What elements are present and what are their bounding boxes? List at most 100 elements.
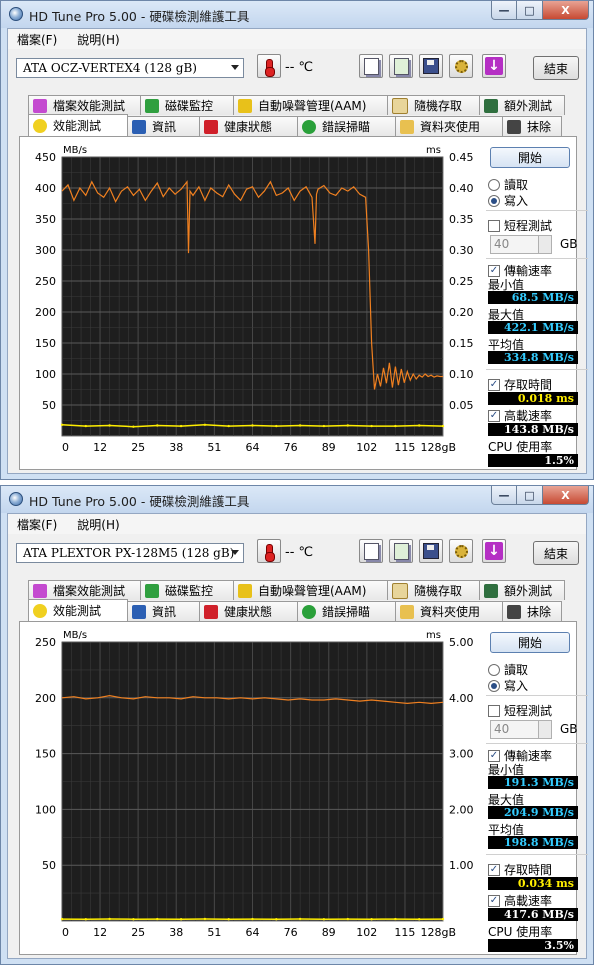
tab-random-access[interactable]: 隨機存取 xyxy=(387,95,480,115)
short-test-size-input[interactable]: 40 xyxy=(490,720,552,739)
tab-erase[interactable]: 抹除 xyxy=(502,116,562,136)
minimize-button[interactable]: — xyxy=(491,1,517,20)
tab-folder-usage[interactable]: 資料夾使用 xyxy=(395,601,503,621)
start-button[interactable]: 開始 xyxy=(490,632,570,653)
temperature-button[interactable] xyxy=(257,539,281,563)
access-time-point xyxy=(418,918,421,921)
short-test-checkbox[interactable]: 短程測試 xyxy=(488,217,552,234)
start-button[interactable]: 開始 xyxy=(490,147,570,168)
tab-aam[interactable]: 自動噪聲管理(AAM) xyxy=(233,95,388,115)
x-tick-label: 38 xyxy=(169,441,183,454)
tab-benchmark[interactable]: 效能測試 xyxy=(28,114,128,136)
y-tick-label: 150 xyxy=(35,748,56,761)
tab-extra-tests[interactable]: 額外測試 xyxy=(479,95,565,115)
tab-label: 錯誤掃瞄 xyxy=(322,605,371,619)
access-time-point xyxy=(132,425,135,428)
toolbar: ATA PLEXTOR PX-128M5 (128 gB) -- ℃ ↓ 結束 xyxy=(8,536,586,572)
x-tick-label: 115 xyxy=(394,441,415,454)
save-button[interactable] xyxy=(419,54,443,78)
options-button[interactable] xyxy=(449,539,473,563)
copy-image-button[interactable] xyxy=(389,539,413,563)
exit-button[interactable]: 結束 xyxy=(533,541,579,565)
drive-select[interactable]: ATA OCZ-VERTEX4 (128 gB) xyxy=(16,58,244,78)
tab-benchmark[interactable]: 效能測試 xyxy=(28,599,128,621)
tab-disk-monitor[interactable]: 磁碟監控 xyxy=(140,95,234,115)
tab-aam[interactable]: 自動噪聲管理(AAM) xyxy=(233,580,388,600)
tab-health[interactable]: 健康狀態 xyxy=(199,601,298,621)
minimize-button[interactable]: — xyxy=(491,486,517,505)
copy-image-button[interactable] xyxy=(389,54,413,78)
access-time-checkbox[interactable]: ✓ 存取時間 xyxy=(488,376,552,393)
tab-info[interactable]: 資訊 xyxy=(127,601,200,621)
close-button[interactable]: X xyxy=(543,486,589,505)
x-tick-label: 89 xyxy=(322,441,336,454)
tab-disk-monitor[interactable]: 磁碟監控 xyxy=(140,580,234,600)
download-button[interactable]: ↓ xyxy=(482,539,506,563)
x-tick-label: 0 xyxy=(62,441,69,454)
tab-label: 磁碟監控 xyxy=(165,584,214,598)
copy-text-button[interactable] xyxy=(359,539,383,563)
drive-select[interactable]: ATA PLEXTOR PX-128M5 (128 gB) xyxy=(16,543,244,563)
y2-unit-label: ms xyxy=(426,630,441,641)
access-time-point xyxy=(227,918,230,921)
short-test-size-input[interactable]: 40 xyxy=(490,235,552,254)
random-access-icon xyxy=(392,97,408,114)
menu-file[interactable]: 檔案(F) xyxy=(17,516,57,533)
divider xyxy=(486,695,588,696)
tab-random-access[interactable]: 隨機存取 xyxy=(387,580,480,600)
write-label: 寫入 xyxy=(504,194,529,208)
gear-icon xyxy=(454,544,468,558)
tab-error-scan[interactable]: 錯誤掃瞄 xyxy=(297,116,396,136)
tab-info[interactable]: 資訊 xyxy=(127,116,200,136)
lightbulb-icon xyxy=(33,118,47,133)
divider xyxy=(486,743,588,744)
menu-bar: 檔案(F) 說明(H) xyxy=(8,29,586,49)
gb-unit-label: GB xyxy=(560,722,578,736)
benchmark-panel: 250 200 150 100 50 5.00 4.00 3.00 2.00 1.00 MB/s ms… xyxy=(19,621,588,955)
burst-rate-checkbox[interactable]: ✓ 高載速率 xyxy=(488,892,552,909)
title-bar[interactable]: HD Tune Pro 5.00 - 硬碟檢測維護工具 — □ X xyxy=(1,486,593,513)
y2-tick-label: 0.10 xyxy=(449,368,474,381)
save-button[interactable] xyxy=(419,539,443,563)
access-time-point xyxy=(203,917,207,921)
download-icon: ↓ xyxy=(485,542,503,560)
temperature-button[interactable] xyxy=(257,54,281,78)
spinner-arrows[interactable] xyxy=(538,236,551,253)
write-radio[interactable]: 寫入 xyxy=(488,192,528,209)
maximize-button[interactable]: □ xyxy=(517,486,543,505)
menu-help[interactable]: 說明(H) xyxy=(77,31,119,48)
checkbox-box-checked: ✓ xyxy=(488,749,500,762)
tab-health[interactable]: 健康狀態 xyxy=(199,116,298,136)
download-button[interactable]: ↓ xyxy=(482,54,506,78)
write-radio[interactable]: 寫入 xyxy=(488,677,528,694)
write-label: 寫入 xyxy=(504,679,529,693)
read-radio[interactable]: 讀取 xyxy=(488,661,528,678)
radio-circle-selected xyxy=(488,679,500,692)
tab-folder-usage[interactable]: 資料夾使用 xyxy=(395,116,503,136)
menu-help[interactable]: 說明(H) xyxy=(77,516,119,533)
short-test-checkbox[interactable]: 短程測試 xyxy=(488,702,552,719)
y2-tick-label: 3.00 xyxy=(449,748,474,761)
tab-file-benchmark[interactable]: 檔案效能測試 xyxy=(28,580,141,600)
tab-extra-tests[interactable]: 額外測試 xyxy=(479,580,565,600)
y-tick-label: 300 xyxy=(35,244,56,257)
options-button[interactable] xyxy=(449,54,473,78)
exit-button[interactable]: 結束 xyxy=(533,56,579,80)
read-radio[interactable]: 讀取 xyxy=(488,176,528,193)
close-button[interactable]: X xyxy=(543,1,589,20)
burst-rate-checkbox[interactable]: ✓ 高載速率 xyxy=(488,407,552,424)
tab-label: 隨機存取 xyxy=(414,584,463,598)
maximize-button[interactable]: □ xyxy=(517,1,543,20)
access-time-checkbox[interactable]: ✓ 存取時間 xyxy=(488,861,552,878)
tab-error-scan[interactable]: 錯誤掃瞄 xyxy=(297,601,396,621)
checkbox-box xyxy=(488,704,500,717)
health-cross-icon xyxy=(204,604,218,619)
radio-circle xyxy=(488,178,500,191)
menu-file[interactable]: 檔案(F) xyxy=(17,31,57,48)
tab-erase[interactable]: 抹除 xyxy=(502,601,562,621)
read-label: 讀取 xyxy=(504,178,529,192)
tab-file-benchmark[interactable]: 檔案效能測試 xyxy=(28,95,141,115)
title-bar[interactable]: HD Tune Pro 5.00 - 硬碟檢測維護工具 — □ X xyxy=(1,1,593,28)
copy-text-button[interactable] xyxy=(359,54,383,78)
spinner-arrows[interactable] xyxy=(538,721,551,738)
